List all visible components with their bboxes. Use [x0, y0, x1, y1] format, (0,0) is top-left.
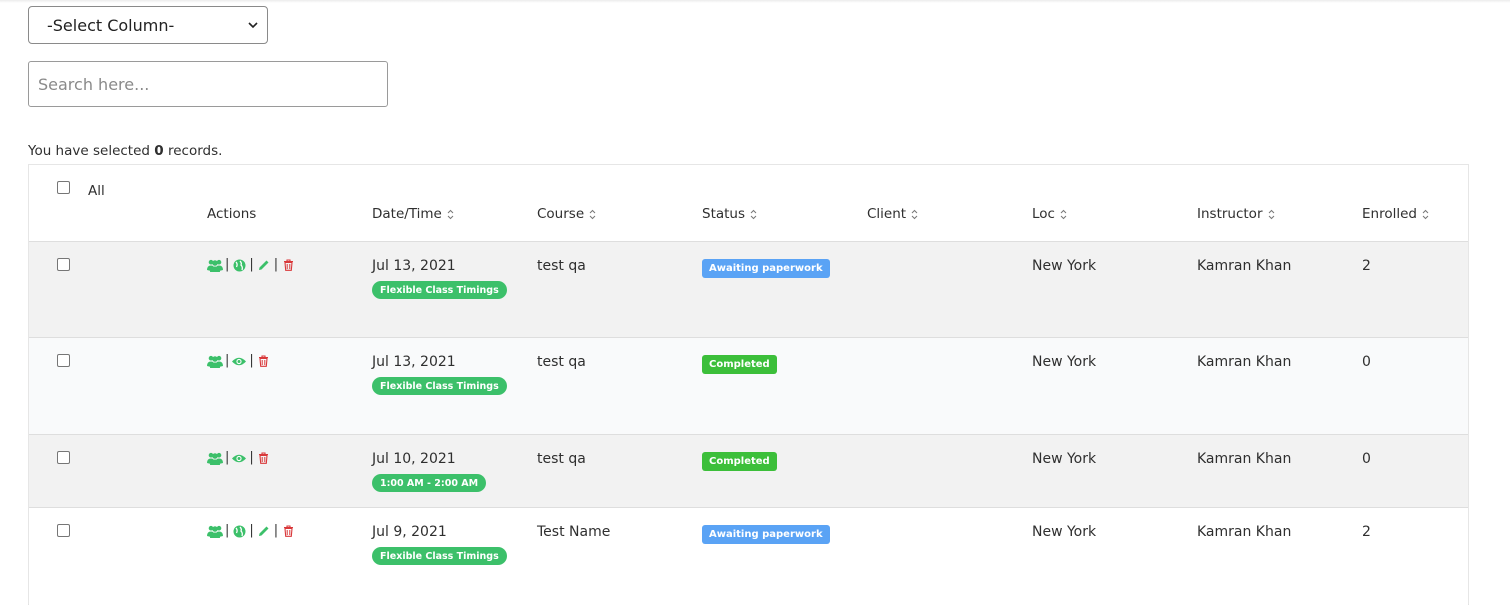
pencil-icon[interactable] — [256, 258, 272, 272]
row-actions: | | | — [207, 258, 296, 272]
time-badge: Flexible Class Timings — [372, 281, 507, 299]
table-row[interactable]: | | Jul 10, 2021 1:00 AM - 2:00 AM test … — [29, 435, 1468, 508]
status-badge: Completed — [702, 452, 777, 471]
row-enrolled: 0 — [1362, 451, 1371, 467]
status-badge: Completed — [702, 355, 777, 374]
chevron-down-icon — [248, 22, 258, 29]
selection-count: 0 — [154, 143, 164, 159]
time-badge: Flexible Class Timings — [372, 547, 507, 565]
sort-icon[interactable] — [750, 209, 757, 220]
users-icon[interactable] — [207, 524, 223, 538]
row-loc: New York — [1032, 451, 1097, 467]
sort-icon[interactable] — [1060, 209, 1067, 220]
row-enrolled: 2 — [1362, 258, 1371, 274]
column-select[interactable]: -Select Column- — [28, 6, 268, 44]
table-row[interactable]: | | | Jul 13, 2021 Flexible Class Timing… — [29, 242, 1468, 338]
selection-suffix: records. — [167, 143, 223, 159]
row-loc: New York — [1032, 524, 1097, 540]
action-separator: | — [273, 523, 279, 538]
select-all-label: All — [88, 183, 105, 199]
header-enrolled[interactable]: Enrolled — [1362, 206, 1429, 222]
eye-icon[interactable] — [231, 354, 247, 368]
header-status[interactable]: Status — [702, 206, 757, 222]
records-table: All Actions Date/Time Course Status Clie… — [28, 164, 1469, 605]
selection-prefix: You have selected — [28, 143, 150, 159]
header-actions: Actions — [207, 206, 257, 222]
table-row[interactable]: | | | Jul 9, 2021 Flexible Class Timings… — [29, 508, 1468, 605]
top-shadow — [0, 0, 1510, 3]
action-separator: | — [225, 523, 230, 538]
action-separator: | — [249, 353, 254, 368]
globe-icon[interactable] — [231, 524, 247, 538]
action-separator: | — [225, 353, 230, 368]
users-icon[interactable] — [207, 258, 223, 272]
sort-icon[interactable] — [911, 209, 918, 220]
sort-icon[interactable] — [1422, 209, 1429, 220]
row-actions: | | | — [207, 524, 296, 538]
globe-icon[interactable] — [231, 258, 247, 272]
action-separator: | — [249, 257, 254, 272]
row-date: Jul 10, 2021 — [372, 451, 456, 467]
table-header: All Actions Date/Time Course Status Clie… — [29, 165, 1468, 242]
users-icon[interactable] — [207, 354, 223, 368]
select-all-checkbox[interactable] — [57, 181, 70, 194]
action-separator: | — [225, 450, 230, 465]
eye-icon[interactable] — [231, 451, 247, 465]
row-enrolled: 2 — [1362, 524, 1371, 540]
row-instructor: Kamran Khan — [1197, 258, 1292, 274]
sort-icon[interactable] — [589, 209, 596, 220]
sort-icon[interactable] — [1268, 209, 1275, 220]
pencil-icon[interactable] — [256, 524, 272, 538]
time-badge: Flexible Class Timings — [372, 377, 507, 395]
status-badge: Awaiting paperwork — [702, 525, 830, 544]
header-loc[interactable]: Loc — [1032, 206, 1067, 222]
column-select-value: -Select Column- — [47, 15, 175, 35]
row-actions: | | — [207, 354, 272, 368]
row-course: Test Name — [537, 524, 611, 540]
row-checkbox[interactable] — [57, 354, 70, 367]
row-instructor: Kamran Khan — [1197, 524, 1292, 540]
table-row[interactable]: | | Jul 13, 2021 Flexible Class Timings … — [29, 338, 1468, 435]
row-instructor: Kamran Khan — [1197, 354, 1292, 370]
row-date: Jul 13, 2021 — [372, 354, 456, 370]
action-separator: | — [225, 257, 230, 272]
trash-icon[interactable] — [256, 354, 272, 368]
row-course: test qa — [537, 451, 586, 467]
row-checkbox[interactable] — [57, 524, 70, 537]
trash-icon[interactable] — [256, 451, 272, 465]
trash-icon[interactable] — [280, 258, 296, 272]
header-instructor[interactable]: Instructor — [1197, 206, 1275, 222]
action-separator: | — [249, 523, 254, 538]
row-course: test qa — [537, 354, 586, 370]
row-actions: | | — [207, 451, 272, 465]
selection-info: You have selected 0 records. — [28, 143, 222, 159]
status-badge: Awaiting paperwork — [702, 259, 830, 278]
header-course[interactable]: Course — [537, 206, 596, 222]
header-datetime[interactable]: Date/Time — [372, 206, 454, 222]
header-client[interactable]: Client — [867, 206, 918, 222]
search-input[interactable] — [28, 61, 388, 107]
row-instructor: Kamran Khan — [1197, 451, 1292, 467]
trash-icon[interactable] — [280, 524, 296, 538]
action-separator: | — [273, 257, 279, 272]
sort-icon[interactable] — [447, 209, 454, 220]
action-separator: | — [249, 450, 254, 465]
row-course: test qa — [537, 258, 586, 274]
row-checkbox[interactable] — [57, 258, 70, 271]
row-date: Jul 9, 2021 — [372, 524, 447, 540]
row-enrolled: 0 — [1362, 354, 1371, 370]
row-checkbox[interactable] — [57, 451, 70, 464]
users-icon[interactable] — [207, 451, 223, 465]
row-loc: New York — [1032, 258, 1097, 274]
row-loc: New York — [1032, 354, 1097, 370]
time-badge: 1:00 AM - 2:00 AM — [372, 474, 487, 492]
row-date: Jul 13, 2021 — [372, 258, 456, 274]
